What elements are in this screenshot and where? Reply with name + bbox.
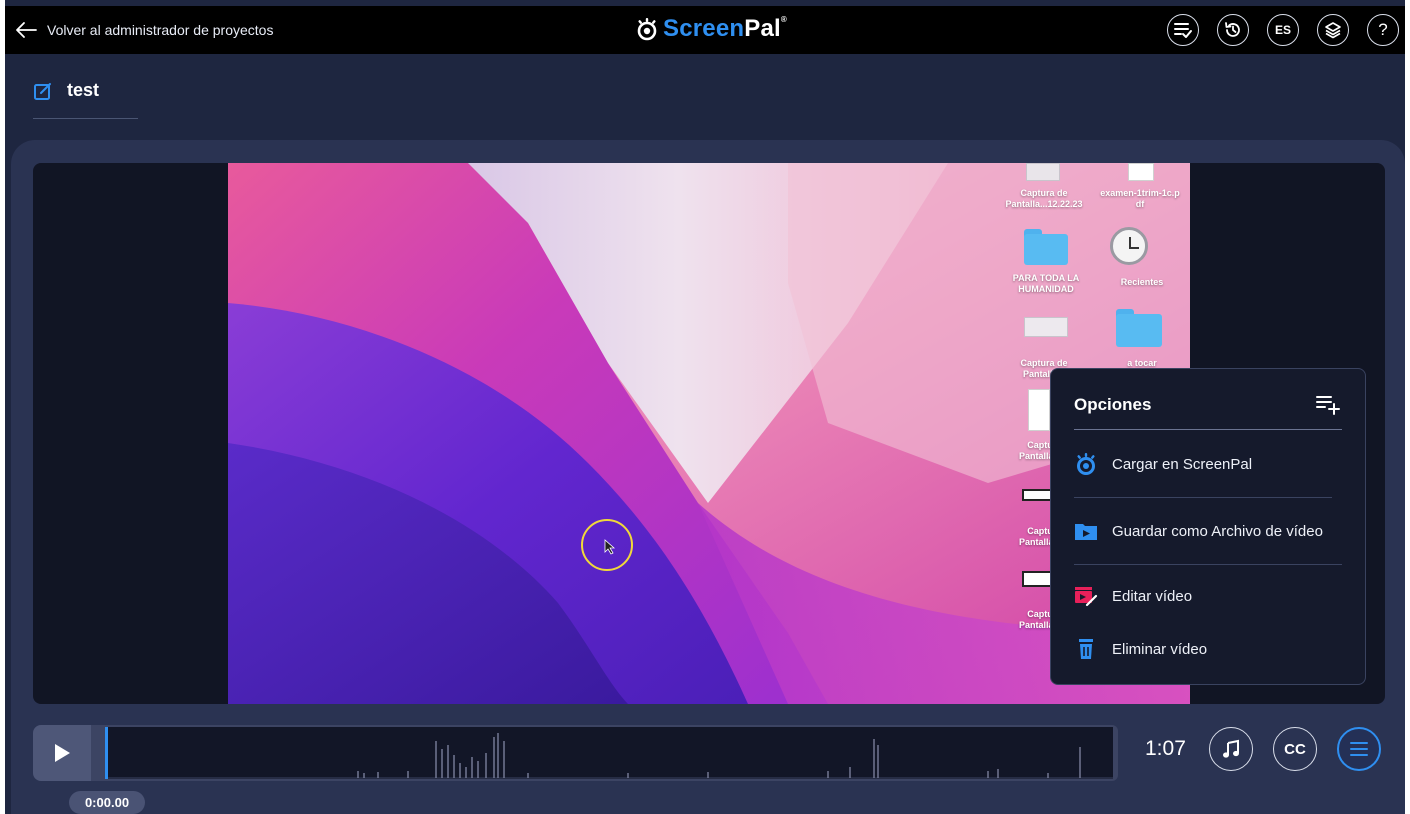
options-menu: Opciones Cargar en ScreenPal Guardar com…	[1050, 368, 1366, 685]
menu-divider	[1074, 564, 1342, 565]
back-label: Volver al administrador de proyectos	[47, 22, 274, 38]
document-thumb-icon	[1028, 389, 1050, 431]
project-title[interactable]: test	[67, 80, 99, 101]
desktop-icon-label: Recientes	[1120, 277, 1164, 287]
captions-button[interactable]: CC	[1273, 727, 1317, 771]
screenshot-thumb-icon	[1024, 317, 1068, 337]
menu-item-label: Cargar en ScreenPal	[1112, 455, 1253, 473]
back-to-projects-link[interactable]: Volver al administrador de proyectos	[15, 16, 273, 44]
timeline-track[interactable]	[91, 725, 1118, 781]
folder-icon	[1116, 309, 1162, 347]
play-button[interactable]	[33, 725, 91, 781]
screenpal-logo: ScreenPal®	[635, 15, 787, 43]
delete-video-item[interactable]: Eliminar vídeo	[1074, 633, 1207, 665]
playhead-timecode: 0:00.00	[69, 791, 145, 814]
video-duration: 1:07	[1145, 737, 1186, 760]
history-button[interactable]	[1217, 14, 1249, 46]
top-bar: Volver al administrador de proyectos Scr…	[5, 6, 1405, 54]
menu-divider	[1074, 429, 1342, 430]
edit-video-item[interactable]: Editar vídeo	[1074, 580, 1192, 612]
menu-item-label: Eliminar vídeo	[1112, 640, 1208, 658]
hamburger-menu-icon	[1350, 742, 1368, 756]
logo-text: ScreenPal®	[663, 15, 787, 42]
history-icon	[1225, 22, 1240, 37]
music-note-icon	[1223, 739, 1239, 758]
desktop-icon-label: examen-1trim-1c.p df	[1100, 188, 1180, 209]
screenpal-logo-icon	[1077, 453, 1095, 475]
screenshot-thumb-icon	[1022, 489, 1052, 501]
timeline-waveform[interactable]	[105, 727, 1113, 779]
video-frame: Captura de Pantalla...12.22.23 examen-1tr…	[228, 163, 1190, 704]
playlist-add-icon[interactable]	[1315, 393, 1341, 415]
menu-divider	[1074, 497, 1332, 498]
title-underline	[33, 118, 138, 119]
trash-icon	[1079, 639, 1093, 659]
screenpal-app: Volver al administrador de proyectos Scr…	[5, 0, 1405, 814]
folder-icon	[1024, 229, 1068, 265]
audio-waveform	[108, 733, 1113, 779]
options-menu-title: Opciones	[1074, 395, 1152, 414]
screenshot-thumb-icon	[1022, 571, 1052, 587]
desktop-icon-label: PARA TODA LA HUMANIDAD	[1012, 273, 1080, 294]
pdf-file-icon	[1128, 163, 1154, 181]
screenshot-thumb-icon	[1026, 163, 1060, 181]
help-button[interactable]: ?	[1367, 14, 1399, 46]
upload-to-screenpal-item[interactable]: Cargar en ScreenPal	[1074, 448, 1252, 480]
music-button[interactable]	[1209, 727, 1253, 771]
edit-icon[interactable]	[33, 81, 53, 101]
layers-icon	[1325, 22, 1341, 39]
layers-button[interactable]	[1317, 14, 1349, 46]
edit-video-icon	[1075, 587, 1098, 607]
clock-icon	[1110, 227, 1148, 265]
menu-item-label: Guardar como Archivo de vídeo	[1112, 522, 1323, 540]
save-as-video-file-item[interactable]: Guardar como Archivo de vídeo	[1074, 515, 1323, 547]
menu-item-label: Editar vídeo	[1112, 587, 1193, 605]
desktop-icon-label: Captura de Pantalla...12.22.23	[1005, 188, 1083, 209]
queue-list-button[interactable]	[1167, 14, 1199, 46]
folder-video-icon	[1075, 524, 1097, 540]
arrow-left-icon	[16, 22, 37, 38]
language-button[interactable]: ES	[1267, 14, 1299, 46]
screenpal-logo-icon	[637, 18, 657, 41]
list-check-icon	[1174, 23, 1192, 38]
play-icon	[55, 744, 70, 762]
top-icon-group: ES ?	[1167, 14, 1399, 46]
project-title-row[interactable]: test	[33, 80, 99, 101]
options-menu-button[interactable]	[1337, 727, 1381, 771]
